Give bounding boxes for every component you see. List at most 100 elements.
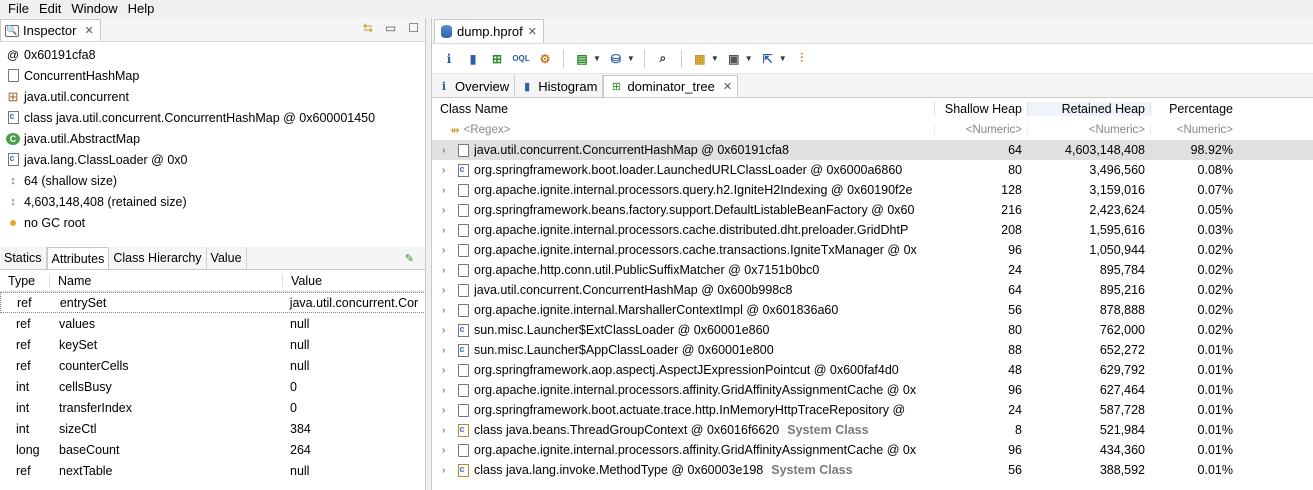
retained-heap-cell: 3,159,016 bbox=[1089, 183, 1145, 197]
tab-attributes[interactable]: Attributes bbox=[46, 247, 110, 269]
table-row[interactable]: › org.springframework.beans.factory.suppo… bbox=[432, 200, 1313, 220]
class-name-text: org.apache.ignite.internal.processors.ca… bbox=[474, 223, 909, 237]
column-retained-heap[interactable]: Retained Heap bbox=[1027, 102, 1150, 116]
menu-edit[interactable]: Edit bbox=[34, 0, 66, 18]
tab-inspector[interactable]: 🔍 Inspector ✕ bbox=[0, 19, 101, 41]
chevron-down-icon[interactable]: ▼ bbox=[779, 54, 787, 63]
regex-filter-input[interactable]: <Regex> bbox=[464, 124, 511, 136]
chevron-down-icon[interactable]: ▼ bbox=[627, 54, 635, 63]
close-icon[interactable]: ✕ bbox=[528, 25, 537, 38]
table-row[interactable]: › sun.misc.Launcher$AppClassLoader @ 0x60… bbox=[432, 340, 1313, 360]
table-row[interactable]: › org.apache.ignite.internal.processors.c… bbox=[432, 220, 1313, 240]
table-row[interactable]: ref counterCells null bbox=[0, 355, 425, 376]
table-row[interactable]: › org.apache.ignite.internal.MarshallerCo… bbox=[432, 300, 1313, 320]
histogram-icon[interactable]: ▮ bbox=[464, 50, 482, 68]
column-shallow-heap[interactable]: Shallow Heap bbox=[934, 102, 1027, 116]
table-row[interactable]: ref values null bbox=[0, 313, 425, 334]
tab-histogram[interactable]: ▮ Histogram bbox=[515, 75, 604, 97]
calculate-retained-icon[interactable]: ▣ bbox=[725, 50, 743, 68]
maximize-icon[interactable]: ☐ bbox=[408, 21, 419, 35]
chevron-down-icon[interactable]: ▼ bbox=[593, 54, 601, 63]
table-row[interactable]: › org.springframework.aop.aspectj.AspectJ… bbox=[432, 360, 1313, 380]
table-row[interactable]: › java.util.concurrent.ConcurrentHashMap … bbox=[432, 280, 1313, 300]
pin-icon[interactable]: ✎ bbox=[405, 252, 414, 265]
chevron-right-icon[interactable]: › bbox=[442, 285, 452, 296]
retained-filter-input[interactable]: <Numeric> bbox=[1027, 124, 1150, 136]
retained-heap-cell: 3,496,560 bbox=[1089, 163, 1145, 177]
chevron-right-icon[interactable]: › bbox=[442, 185, 452, 196]
menu-file[interactable]: File bbox=[3, 0, 34, 18]
table-row[interactable]: › class java.lang.invoke.MethodType @ 0x6… bbox=[432, 460, 1313, 480]
column-class-name[interactable]: Class Name bbox=[432, 102, 934, 116]
chevron-right-icon[interactable]: › bbox=[442, 425, 452, 436]
chevron-right-icon[interactable]: › bbox=[442, 385, 452, 396]
tab-statics[interactable]: Statics bbox=[0, 247, 47, 269]
chevron-right-icon[interactable]: › bbox=[442, 445, 452, 456]
system-class-label: System Class bbox=[787, 423, 869, 437]
table-row[interactable]: ref keySet null bbox=[0, 334, 425, 355]
chevron-right-icon[interactable]: › bbox=[442, 225, 452, 236]
chevron-right-icon[interactable]: › bbox=[442, 205, 452, 216]
query-browser-icon[interactable]: ⛁ bbox=[607, 50, 625, 68]
chevron-down-icon[interactable]: ▼ bbox=[711, 54, 719, 63]
search-icon[interactable]: ⌕ bbox=[654, 50, 672, 68]
table-row[interactable]: › sun.misc.Launcher$ExtClassLoader @ 0x60… bbox=[432, 320, 1313, 340]
minimize-icon[interactable]: ▭ bbox=[385, 21, 396, 35]
table-row[interactable]: ref nextTable null bbox=[0, 460, 425, 481]
close-icon[interactable]: ✕ bbox=[723, 80, 732, 93]
table-row[interactable]: › org.apache.ignite.internal.processors.c… bbox=[432, 240, 1313, 260]
table-row[interactable]: ref entrySet java.util.concurrent.Cor bbox=[0, 292, 425, 313]
link-editor-icon[interactable]: ⇆ bbox=[363, 21, 373, 35]
tab-dominator-tree[interactable]: ⊞ dominator_tree ✕ bbox=[603, 75, 739, 97]
chevron-down-icon[interactable]: ▼ bbox=[745, 54, 753, 63]
percentage-cell: 0.02% bbox=[1197, 243, 1233, 257]
table-row[interactable]: › org.springframework.boot.loader.Launche… bbox=[432, 160, 1313, 180]
percentage-filter-input[interactable]: <Numeric> bbox=[1150, 124, 1238, 136]
tab-value[interactable]: Value bbox=[207, 247, 247, 269]
table-row[interactable]: › org.apache.ignite.internal.processors.a… bbox=[432, 380, 1313, 400]
chevron-right-icon[interactable]: › bbox=[442, 325, 452, 336]
chevron-right-icon[interactable]: › bbox=[442, 245, 452, 256]
menu-window[interactable]: Window bbox=[66, 0, 122, 18]
oql-icon[interactable]: OQL bbox=[512, 50, 530, 68]
table-row[interactable]: int sizeCtl 384 bbox=[0, 418, 425, 439]
tab-overview[interactable]: i Overview bbox=[432, 75, 516, 97]
thread-overview-icon[interactable]: ⚙ bbox=[536, 50, 554, 68]
chevron-right-icon[interactable]: › bbox=[442, 465, 452, 476]
class-object-icon bbox=[456, 463, 470, 477]
table-row[interactable]: long baseCount 264 bbox=[0, 439, 425, 460]
chevron-right-icon[interactable]: › bbox=[442, 365, 452, 376]
export-icon[interactable]: ⇱ bbox=[759, 50, 777, 68]
table-row[interactable]: › org.apache.ignite.internal.processors.q… bbox=[432, 180, 1313, 200]
close-icon[interactable]: ✕ bbox=[84, 24, 93, 37]
table-row[interactable]: › org.springframework.boot.actuate.trace.… bbox=[432, 400, 1313, 420]
run-report-icon[interactable]: ▤ bbox=[573, 50, 591, 68]
tab-class-hierarchy[interactable]: Class Hierarchy bbox=[109, 247, 207, 269]
table-row[interactable]: int transferIndex 0 bbox=[0, 397, 425, 418]
chevron-right-icon[interactable]: › bbox=[442, 165, 452, 176]
chevron-right-icon[interactable]: › bbox=[442, 145, 452, 156]
chevron-right-icon[interactable]: › bbox=[442, 265, 452, 276]
chevron-right-icon[interactable]: › bbox=[442, 345, 452, 356]
column-percentage[interactable]: Percentage bbox=[1150, 102, 1238, 116]
shallow-filter-input[interactable]: <Numeric> bbox=[934, 124, 1027, 136]
tab-dump-hprof[interactable]: dump.hprof ✕ bbox=[434, 19, 544, 43]
column-type[interactable]: Type bbox=[0, 274, 49, 288]
table-row[interactable]: › org.apache.ignite.internal.processors.a… bbox=[432, 440, 1313, 460]
toolbar-separator bbox=[563, 49, 564, 68]
table-row[interactable]: › class java.beans.ThreadGroupContext @ 0… bbox=[432, 420, 1313, 440]
table-row[interactable]: › org.apache.http.conn.util.PublicSuffixM… bbox=[432, 260, 1313, 280]
dominator-tree-icon[interactable]: ⊞ bbox=[488, 50, 506, 68]
regex-filter-cell[interactable]: ⇻ <Regex> bbox=[432, 123, 934, 137]
group-by-icon[interactable]: ▦ bbox=[691, 50, 709, 68]
menu-help[interactable]: Help bbox=[123, 0, 160, 18]
column-value[interactable]: Value bbox=[282, 273, 425, 288]
compare-icon[interactable]: ⫶ bbox=[793, 50, 811, 68]
document-icon bbox=[6, 69, 20, 83]
chevron-right-icon[interactable]: › bbox=[442, 405, 452, 416]
info-icon[interactable]: i bbox=[440, 50, 458, 68]
table-row[interactable]: › java.util.concurrent.ConcurrentHashMap … bbox=[432, 140, 1313, 160]
table-row[interactable]: int cellsBusy 0 bbox=[0, 376, 425, 397]
column-name[interactable]: Name bbox=[49, 273, 282, 288]
chevron-right-icon[interactable]: › bbox=[442, 305, 452, 316]
